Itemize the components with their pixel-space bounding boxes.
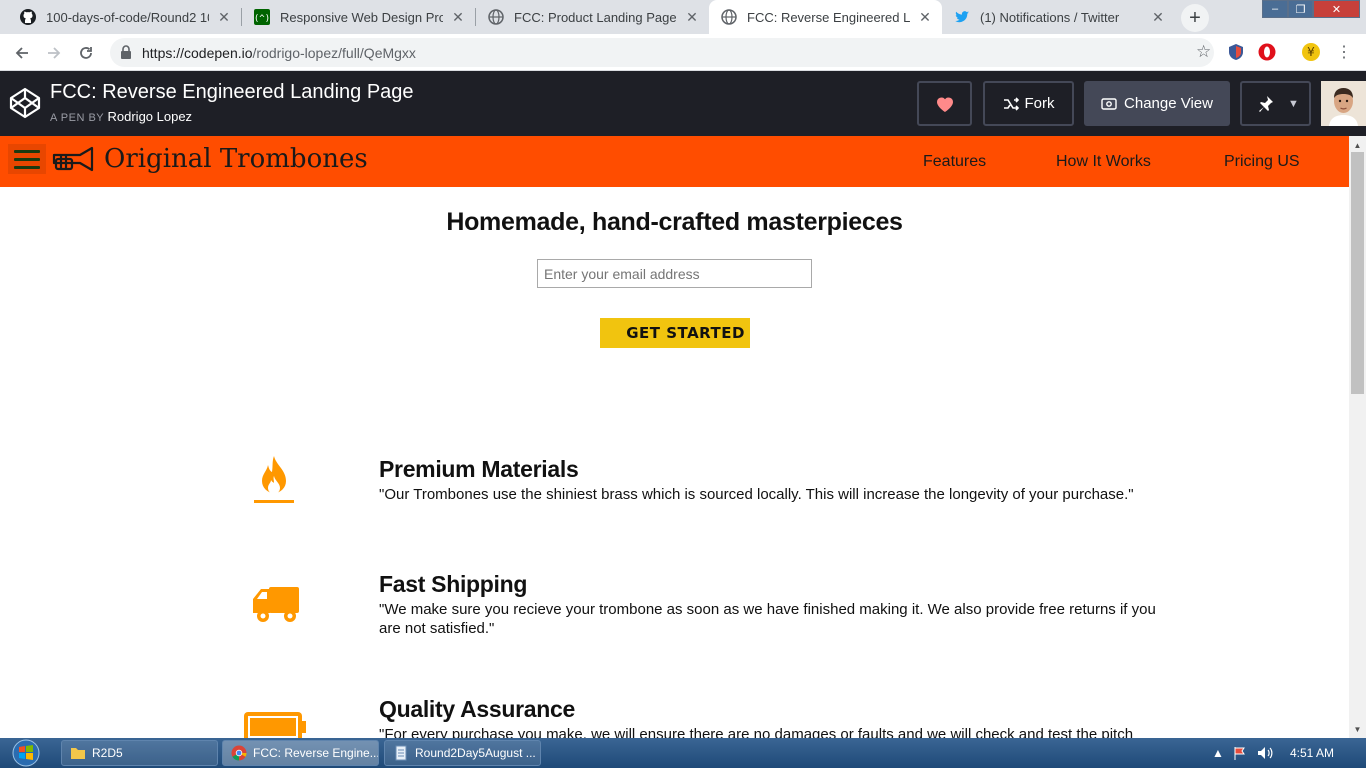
feature-text-quality-assurance: "For every purchase you make, we will en… [379, 726, 1134, 738]
pin-button[interactable]: ▼ [1240, 81, 1311, 126]
browser-tab-product-landing[interactable]: FCC: Product Landing Page ✕ [476, 0, 709, 34]
hamburger-menu-icon[interactable] [8, 144, 46, 174]
svg-text:(^): (^) [254, 14, 270, 24]
tray-expand-icon[interactable]: ▲ [1212, 746, 1224, 760]
feature-title-quality-assurance: Quality Assurance [379, 696, 576, 722]
close-icon[interactable]: ✕ [449, 8, 467, 26]
url-host: https://codepen.io [142, 45, 253, 61]
reload-icon [80, 47, 92, 59]
pen-by-label: A PEN BY [50, 112, 104, 124]
taskbar-item-label: R2D5 [92, 746, 123, 760]
pen-author-line: A PEN BY Rodrigo Lopez [50, 109, 192, 124]
shield-extension-icon[interactable] [1226, 42, 1246, 62]
address-bar[interactable]: https://codepen.io/rodrigo-lopez/full/Qe… [110, 38, 1214, 67]
codepen-header: FCC: Reverse Engineered Landing Page A P… [0, 71, 1366, 136]
browser-tab-github[interactable]: 100-days-of-code/Round2 100D ✕ [8, 0, 241, 34]
taskbar-item-label: Round2Day5August ... [415, 746, 536, 760]
view-icon [1101, 97, 1117, 110]
brand-name[interactable]: Original Trombones [104, 144, 368, 174]
browser-tab-twitter[interactable]: (1) Notifications / Twitter ✕ [942, 0, 1175, 34]
restore-button[interactable]: ❐ [1288, 0, 1313, 18]
browser-tab-freecodecamp[interactable]: (^) Responsive Web Design Project ✕ [242, 0, 475, 34]
fork-button[interactable]: Fork [983, 81, 1074, 126]
url-path: /rodrigo-lopez/full/QeMgxx [252, 45, 416, 61]
feature-text-fast-shipping: "We make sure you recieve your trombone … [379, 601, 1156, 637]
scroll-up-arrow-icon[interactable]: ▲ [1349, 138, 1366, 152]
feature-title-fast-shipping: Fast Shipping [379, 571, 528, 597]
tab-title: Responsive Web Design Project [280, 9, 443, 25]
browser-tab-strip: 100-days-of-code/Round2 100D ✕ (^) Respo… [0, 0, 1366, 34]
codepen-logo-icon[interactable] [8, 86, 42, 120]
close-icon[interactable]: ✕ [215, 8, 233, 26]
bookmark-star-icon[interactable]: ☆ [1196, 42, 1211, 62]
new-tab-button[interactable]: + [1181, 4, 1209, 32]
volume-icon[interactable] [1257, 746, 1273, 763]
tab-title: 100-days-of-code/Round2 100D [46, 9, 209, 25]
pin-icon [1259, 95, 1273, 112]
pen-author-link[interactable]: Rodrigo Lopez [108, 109, 193, 124]
nav-link-features[interactable]: Features [923, 153, 986, 171]
taskbar-item-label: FCC: Reverse Engine... [253, 746, 379, 760]
heart-icon [936, 97, 953, 112]
hero-heading: Homemade, hand-crafted masterpieces [446, 208, 903, 236]
close-icon[interactable]: ✕ [916, 8, 934, 26]
tab-title: FCC: Product Landing Page [514, 9, 677, 25]
action-center-flag-icon[interactable] [1233, 746, 1247, 763]
truck-icon [253, 587, 299, 622]
scrollbar-thumb[interactable] [1351, 152, 1364, 394]
taskbar-item-chrome[interactable]: FCC: Reverse Engine... [222, 740, 379, 766]
scroll-down-arrow-icon[interactable]: ▼ [1349, 722, 1366, 736]
taskbar-clock[interactable]: 4:51 AM [1290, 746, 1334, 760]
nav-link-pricing[interactable]: Pricing US [1224, 153, 1300, 171]
twitter-icon [954, 9, 970, 25]
forward-button[interactable] [41, 40, 67, 66]
freecodecamp-icon: (^) [254, 9, 270, 25]
change-view-button[interactable]: Change View [1084, 81, 1230, 126]
close-icon[interactable]: ✕ [683, 8, 701, 26]
change-view-label: Change View [1124, 95, 1213, 112]
folder-icon [71, 748, 85, 759]
minimize-button[interactable]: – [1262, 0, 1288, 18]
svg-text:¥: ¥ [1307, 45, 1315, 59]
back-button[interactable] [9, 40, 35, 66]
taskbar-item-folder[interactable]: R2D5 [61, 740, 218, 766]
tab-title: FCC: Reverse Engineered Landin [747, 9, 910, 25]
globe-icon [721, 9, 737, 25]
notepad-icon [395, 745, 407, 761]
github-icon [20, 9, 36, 25]
lock-icon [121, 45, 131, 59]
feature-title-premium-materials: Premium Materials [379, 456, 579, 482]
start-button[interactable] [6, 739, 46, 767]
nav-link-how-it-works[interactable]: How It Works [1056, 153, 1151, 171]
arrow-left-icon [15, 47, 28, 59]
menu-kebab-icon[interactable]: ⋮ [1334, 42, 1354, 62]
close-window-button[interactable]: ✕ [1313, 0, 1360, 18]
feature-text-premium-materials: "Our Trombones use the shiniest brass wh… [379, 486, 1134, 503]
chrome-icon [231, 745, 247, 761]
globe-icon [488, 9, 504, 25]
landing-navbar: Original Trombones Features How It Works… [0, 136, 1349, 187]
pen-title[interactable]: FCC: Reverse Engineered Landing Page [50, 81, 414, 104]
fire-icon [254, 456, 294, 503]
fork-label: Fork [1024, 95, 1055, 112]
extension-icon[interactable]: ¥ [1301, 42, 1321, 62]
browser-tab-reverse-engineered[interactable]: FCC: Reverse Engineered Landin ✕ [709, 0, 942, 34]
get-started-button[interactable]: GET STARTED [600, 318, 750, 348]
heart-button[interactable] [917, 81, 972, 126]
close-icon[interactable]: ✕ [1149, 8, 1167, 26]
email-input[interactable] [537, 259, 812, 288]
url-text: https://codepen.io/rodrigo-lopez/full/Qe… [142, 45, 416, 61]
reload-button[interactable] [73, 40, 99, 66]
trombone-logo-icon[interactable] [50, 146, 98, 174]
fork-icon [1003, 96, 1019, 111]
opera-extension-icon[interactable] [1257, 42, 1277, 62]
chevron-down-icon[interactable]: ▼ [1288, 98, 1299, 110]
tab-title: (1) Notifications / Twitter [980, 9, 1120, 25]
arrow-right-icon [48, 47, 61, 59]
user-avatar[interactable] [1321, 81, 1366, 126]
taskbar-item-document[interactable]: Round2Day5August ... [384, 740, 541, 766]
browser-toolbar: https://codepen.io/rodrigo-lopez/full/Qe… [0, 34, 1366, 71]
battery-icon [244, 712, 306, 738]
windows-logo-icon [12, 739, 40, 767]
